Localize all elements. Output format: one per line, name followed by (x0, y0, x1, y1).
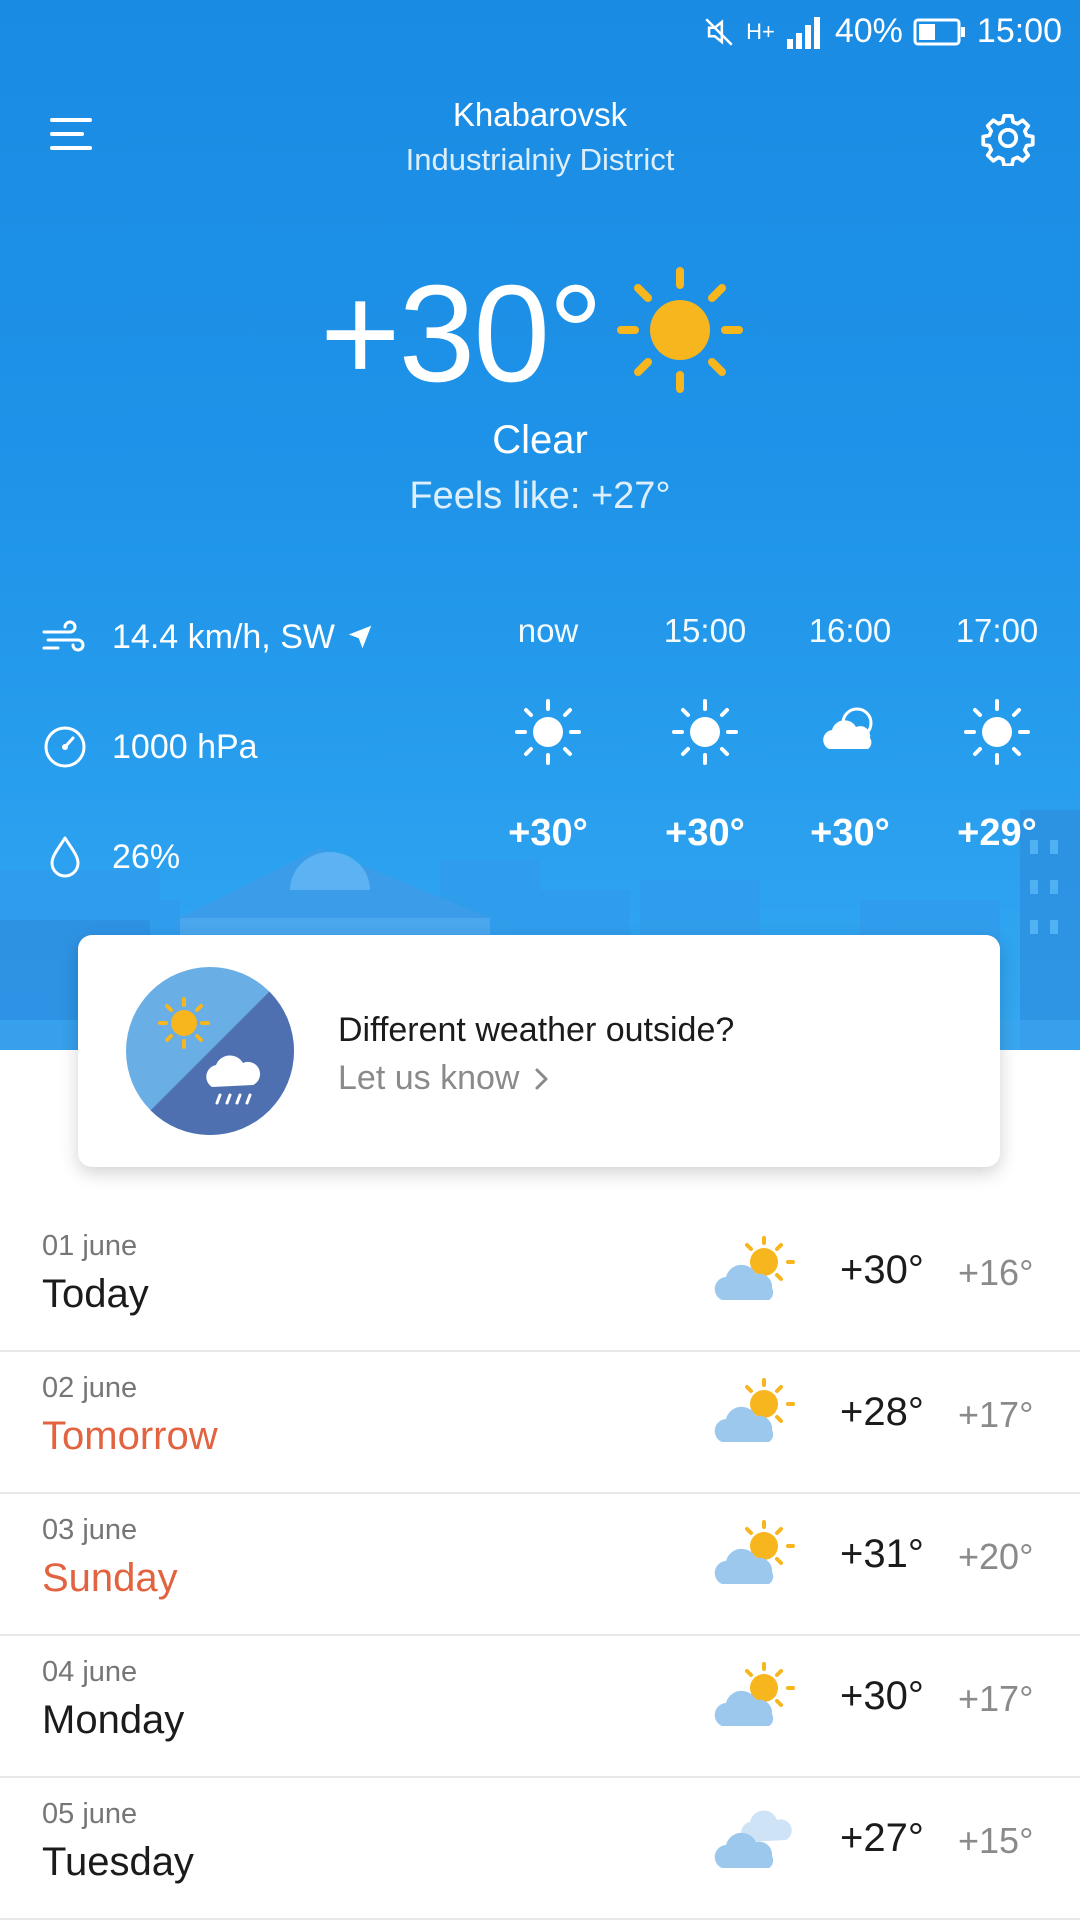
battery-icon (913, 18, 965, 45)
wind-metric: 14.4 km/h, SW (40, 612, 375, 662)
hour-time: 16:00 (808, 612, 892, 649)
forecast-row[interactable]: 01 june Today +30° +16° (0, 1210, 1080, 1352)
partly-cloudy-icon (714, 1378, 795, 1442)
sun-icon (964, 699, 1030, 765)
card-title: Different weather outside? (338, 1011, 735, 1049)
city-name[interactable]: Khabarovsk (0, 96, 1080, 134)
hour-time: now (517, 612, 579, 649)
wind-value: 14.4 km/h, SW (112, 617, 335, 656)
forecast-date: 03 june (42, 1514, 138, 1546)
weather-compare-illustration (126, 967, 294, 1135)
forecast-date: 01 june (42, 1230, 138, 1262)
hour-time: 17:00 (955, 612, 1039, 649)
network-type-label: H+ (746, 18, 775, 44)
humidity-metric: 26% (40, 832, 180, 882)
forecast-high: +31° (840, 1532, 924, 1576)
forecast-low: +16° (958, 1252, 1034, 1293)
chevron-right-icon (535, 1068, 548, 1089)
weather-condition: Clear (492, 418, 588, 462)
forecast-high: +28° (840, 1390, 924, 1434)
forecast-high: +30° (840, 1248, 924, 1292)
forecast-date: 04 june (42, 1656, 138, 1688)
current-temperature: +30° (320, 257, 603, 411)
sun-icon (617, 267, 743, 393)
forecast-row[interactable]: 04 june Monday +30° +17° (0, 1636, 1080, 1778)
forecast-day: Sunday (42, 1556, 178, 1600)
forecast-row[interactable]: 02 june Tomorrow +28° +17° (0, 1352, 1080, 1494)
forecast-low: +17° (958, 1394, 1034, 1435)
forecast-date: 02 june (42, 1372, 138, 1404)
partly-cloudy-icon (714, 1662, 795, 1726)
forecast-low: +15° (958, 1820, 1034, 1861)
cloud-icon (823, 707, 873, 749)
sun-icon (515, 699, 581, 765)
forecast-day: Monday (42, 1698, 185, 1742)
card-link-label: Let us know (338, 1059, 520, 1097)
status-time: 15:00 (976, 12, 1062, 50)
daily-forecast-list: 01 june Today +30° +16° 02 june Tomorrow (0, 1210, 1080, 1920)
forecast-day: Tomorrow (42, 1414, 218, 1458)
status-bar: H+ 40% 15:00 (0, 0, 1080, 64)
pressure-value: 1000 hPa (112, 727, 258, 766)
water-drop-icon (50, 836, 80, 878)
forecast-row[interactable]: 05 june Tuesday +27° +15° (0, 1778, 1080, 1920)
forecast-date: 05 june (42, 1798, 138, 1830)
forecast-day: Tuesday (42, 1840, 194, 1884)
pressure-gauge-icon (44, 726, 86, 768)
pressure-metric: 1000 hPa (40, 722, 258, 772)
cloudy-icon (714, 1810, 792, 1868)
partly-cloudy-icon (714, 1520, 795, 1584)
forecast-row[interactable]: 03 june Sunday +31° +20° (0, 1494, 1080, 1636)
gear-icon[interactable] (980, 110, 1036, 166)
feedback-card[interactable]: Different weather outside? Let us know (78, 935, 1000, 1167)
forecast-high: +30° (840, 1674, 924, 1718)
wind-icon (42, 620, 85, 652)
mute-icon (705, 17, 733, 46)
hour-temperature: +29° (957, 812, 1037, 854)
signal-icon (786, 16, 820, 49)
forecast-day: Today (42, 1272, 149, 1316)
hour-temperature: +30° (810, 812, 890, 854)
sun-icon (672, 699, 738, 765)
partly-cloudy-icon (714, 1236, 795, 1300)
wind-direction-icon (348, 625, 372, 649)
hour-temperature: +30° (665, 812, 745, 854)
feels-like: Feels like: +27° (409, 475, 671, 517)
forecast-high: +27° (840, 1816, 924, 1860)
humidity-value: 26% (112, 837, 181, 876)
forecast-low: +20° (958, 1536, 1034, 1577)
hour-temperature: +30° (508, 812, 588, 854)
hour-time: 15:00 (663, 612, 747, 649)
battery-percent: 40% (834, 12, 903, 50)
hero-section: H+ 40% 15:00 Khabarovsk Industrialniy Di… (0, 0, 1080, 1050)
district-name[interactable]: Industrialniy District (0, 142, 1080, 178)
forecast-low: +17° (958, 1678, 1034, 1719)
let-us-know-link[interactable]: Let us know (338, 1059, 553, 1098)
